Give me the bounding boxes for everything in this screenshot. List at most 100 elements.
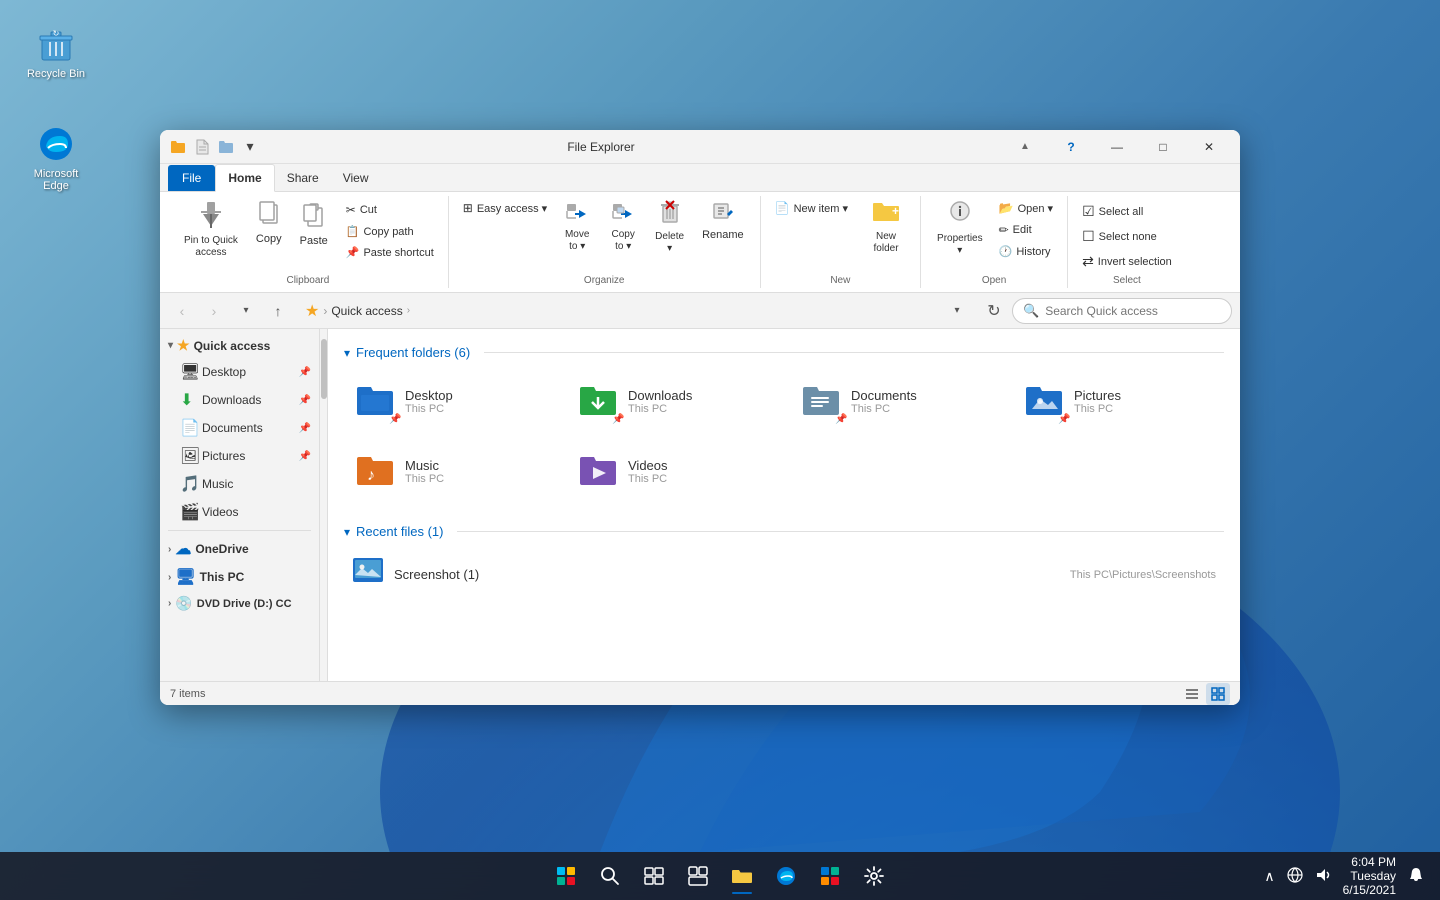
properties-button[interactable]: Properties▾ <box>929 196 991 261</box>
invert-selection-button[interactable]: ⇄ Invert selection <box>1076 250 1178 273</box>
ribbon-collapse-btn[interactable]: ▲ <box>1002 130 1048 164</box>
tray-language-button[interactable] <box>1283 863 1307 890</box>
taskbar-clock[interactable]: 6:04 PM Tuesday 6/15/2021 <box>1343 855 1396 897</box>
recycle-bin-icon: ↻ <box>36 24 76 64</box>
window-title: File Explorer <box>200 140 1002 154</box>
large-icons-view-button[interactable] <box>1206 683 1230 705</box>
folder-item-downloads[interactable]: Downloads This PC 📌 <box>567 372 778 430</box>
folder-item-documents[interactable]: Documents This PC 📌 <box>790 372 1001 430</box>
desktop-icon-edge[interactable]: Microsoft Edge <box>16 120 96 196</box>
folder-item-pictures[interactable]: Pictures This PC 📌 <box>1013 372 1224 430</box>
paste-button[interactable]: Paste <box>292 196 336 251</box>
tab-file[interactable]: File <box>168 165 215 191</box>
sidebar-onedrive-header[interactable]: › ☁ OneDrive <box>160 535 319 563</box>
sidebar-downloads-icon: ⬇ <box>180 390 198 410</box>
recent-locations-button[interactable]: ▾ <box>232 297 260 325</box>
desktop-folder-info: Desktop This PC <box>405 388 453 415</box>
sidebar-scrollbar[interactable] <box>320 329 328 681</box>
refresh-button[interactable]: ↻ <box>980 297 1008 325</box>
edge-label: Microsoft Edge <box>20 168 92 192</box>
videos-folder-info: Videos This PC <box>628 458 668 485</box>
minimize-button[interactable]: — <box>1094 130 1140 164</box>
copy-to-button[interactable]: Copyto ▾ <box>601 196 645 257</box>
task-view-button[interactable] <box>634 856 674 896</box>
sidebar-quick-access-header[interactable]: ▾ ★ Quick access <box>160 333 319 358</box>
downloads-folder-name: Downloads <box>628 388 692 403</box>
sidebar-pictures-label: Pictures <box>202 449 295 463</box>
maximize-button[interactable]: □ <box>1140 130 1186 164</box>
copy-button[interactable]: Copy <box>248 196 290 249</box>
tab-home[interactable]: Home <box>215 164 274 192</box>
sidebar-dvd-header[interactable]: › 💿 DVD Drive (D:) CC <box>160 591 319 616</box>
new-group: 📄 New item ▾ + <box>761 196 921 288</box>
sidebar-thispc-header[interactable]: › 🖥 This PC <box>160 563 319 591</box>
sidebar-item-downloads[interactable]: ⬇ Downloads 📌 <box>160 386 319 414</box>
paste-shortcut-button[interactable]: 📌 Paste shortcut <box>340 243 440 262</box>
recent-files-header[interactable]: ▾ Recent files (1) <box>344 524 1224 539</box>
file-explorer-taskbar-button[interactable] <box>722 856 762 896</box>
titlebar-folder-icon[interactable] <box>168 137 188 157</box>
sidebar-item-documents[interactable]: 📄 Documents 📌 <box>160 414 319 442</box>
edge-taskbar-button[interactable] <box>766 856 806 896</box>
new-label: New <box>769 273 912 288</box>
tray-volume-button[interactable] <box>1311 863 1335 890</box>
recent-files-chevron: ▾ <box>344 525 350 539</box>
delete-button[interactable]: Delete▾ <box>647 196 692 259</box>
help-button[interactable]: ? <box>1048 130 1094 164</box>
edit-button[interactable]: ✏ Edit <box>993 220 1059 240</box>
select-none-button[interactable]: ☐ Select none <box>1076 225 1178 248</box>
select-all-button[interactable]: ☑ Select all <box>1076 200 1178 223</box>
rename-button[interactable]: Rename <box>694 196 752 245</box>
widgets-button[interactable] <box>678 856 718 896</box>
frequent-folders-header[interactable]: ▾ Frequent folders (6) <box>344 345 1224 360</box>
search-input[interactable] <box>1045 304 1221 318</box>
forward-button[interactable]: › <box>200 297 228 325</box>
easy-access-button[interactable]: ⊞ Easy access ▾ <box>457 198 553 218</box>
path-dropdown-button[interactable]: ▾ <box>947 301 967 321</box>
tray-show-hidden-button[interactable]: ∧ <box>1260 864 1278 889</box>
copy-path-button[interactable]: 📋 Copy path <box>340 222 440 241</box>
sidebar-item-desktop[interactable]: 🖥 Desktop 📌 <box>160 358 319 386</box>
new-folder-button[interactable]: + Newfolder <box>860 196 912 259</box>
notification-button[interactable] <box>1404 863 1428 890</box>
folder-item-videos[interactable]: Videos This PC <box>567 442 778 500</box>
search-box[interactable]: 🔍 <box>1012 298 1232 324</box>
history-button[interactable]: 🕐 History <box>993 242 1059 261</box>
address-path[interactable]: ★ › Quick access › ▾ <box>296 298 976 324</box>
recycle-bin-label: Recycle Bin <box>27 68 85 80</box>
clipboard-items: Pin to Quickaccess Copy <box>176 196 440 273</box>
main-area: ▾ ★ Quick access 🖥 Desktop 📌 ⬇ Downloads… <box>160 329 1240 681</box>
path-separator: › <box>323 304 327 318</box>
desktop-icon-recycle-bin[interactable]: ↻ Recycle Bin <box>16 20 96 84</box>
new-item-button[interactable]: 📄 New item ▾ <box>769 198 854 218</box>
title-bar: ▾ File Explorer ▲ ? — □ ✕ <box>160 130 1240 164</box>
path-text: Quick access <box>331 304 402 318</box>
tab-view[interactable]: View <box>331 165 381 191</box>
up-button[interactable]: ↑ <box>264 297 292 325</box>
folder-item-desktop[interactable]: Desktop This PC 📌 <box>344 372 555 430</box>
open-button[interactable]: 📂 Open ▾ <box>993 198 1059 218</box>
sidebar-item-pictures[interactable]: 🖼 Pictures 📌 <box>160 442 319 470</box>
properties-label: Properties▾ <box>937 233 983 257</box>
rename-icon <box>712 200 734 227</box>
move-to-button[interactable]: Moveto ▾ <box>555 196 599 257</box>
list-view-button[interactable] <box>1180 683 1204 705</box>
sidebar-item-videos[interactable]: 🎬 Videos <box>160 498 319 526</box>
sidebar-item-music[interactable]: 🎵 Music <box>160 470 319 498</box>
settings-taskbar-button[interactable] <box>854 856 894 896</box>
start-button[interactable] <box>546 856 586 896</box>
new-items: 📄 New item ▾ + <box>769 196 912 273</box>
recent-file-item-screenshot[interactable]: Screenshot (1) This PC\Pictures\Screensh… <box>344 551 1224 598</box>
store-taskbar-button[interactable] <box>810 856 850 896</box>
edge-desktop-icon <box>36 124 76 164</box>
close-button[interactable]: ✕ <box>1186 130 1232 164</box>
tab-share[interactable]: Share <box>275 165 331 191</box>
search-taskbar-button[interactable] <box>590 856 630 896</box>
desktop: ↻ Recycle Bin Microsoft Edge <box>0 0 1440 900</box>
sidebar-videos-icon: 🎬 <box>180 502 198 522</box>
sidebar-scrollbar-thumb[interactable] <box>321 339 327 399</box>
cut-button[interactable]: ✂ Cut <box>340 200 440 220</box>
back-button[interactable]: ‹ <box>168 297 196 325</box>
folder-item-music[interactable]: ♪ Music This PC <box>344 442 555 500</box>
pin-to-quick-access-button[interactable]: Pin to Quickaccess <box>176 196 246 263</box>
